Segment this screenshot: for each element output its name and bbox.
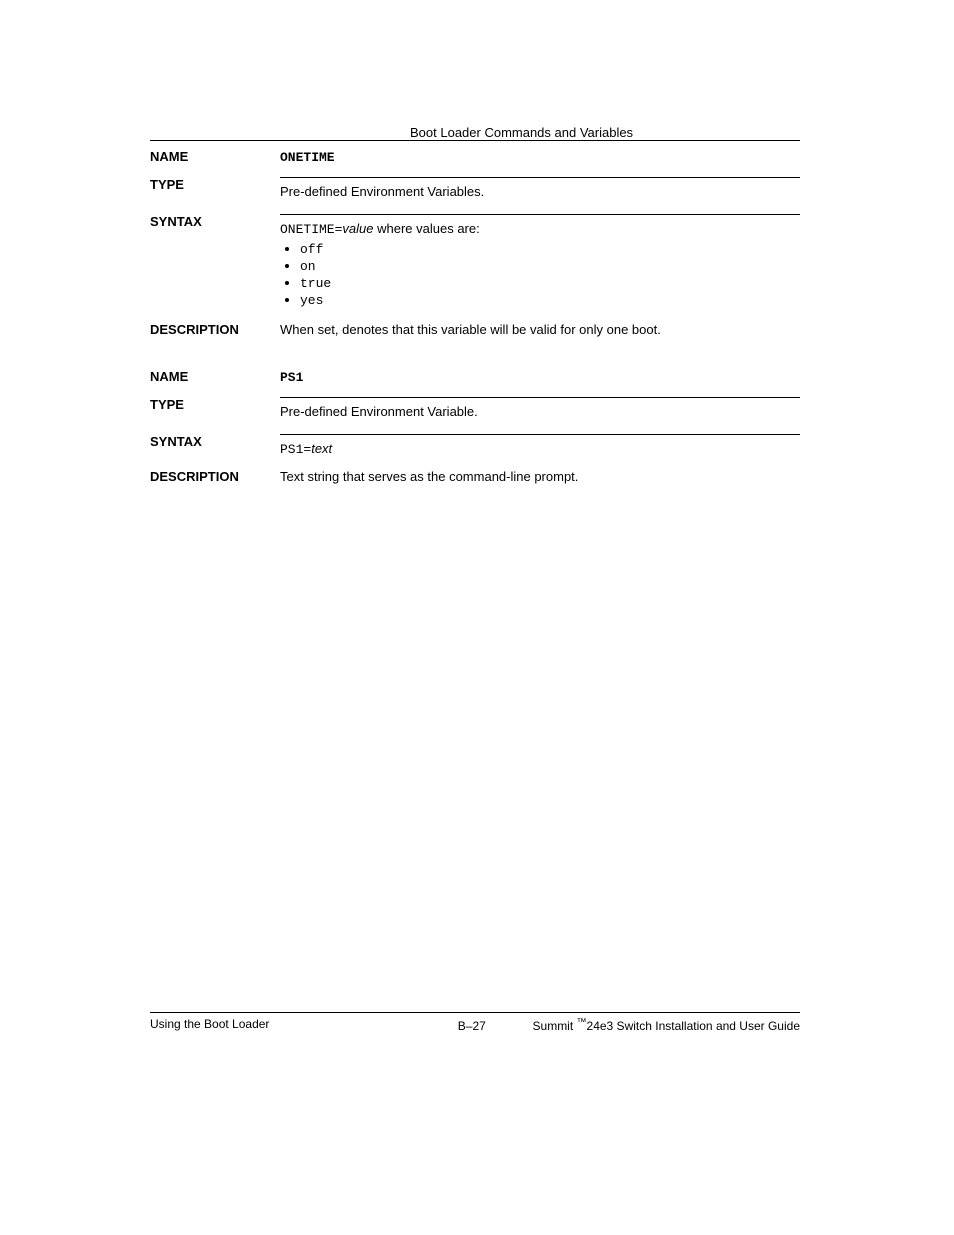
footer-tm: ™ (577, 1017, 587, 1028)
entry1-name-value: ONETIME (280, 150, 335, 165)
entry2-syntax-label: SYNTAX (150, 434, 270, 449)
entry1-syntax-text: where values are: (374, 221, 480, 236)
entry1-desc-value: When set, denotes that this variable wil… (280, 322, 800, 337)
footer-product: Summit (533, 1019, 577, 1033)
entry2-name-row: NAME PS1 (150, 361, 800, 391)
arg-2: true (300, 276, 331, 291)
list-item: off (300, 241, 800, 257)
entry1-name-row: NAME ONETIME (150, 141, 800, 171)
entry1-syntax-row: SYNTAX ONETIME=value where values are: o… (150, 208, 800, 316)
entry2-type-row: TYPE Pre-defined Environment Variable. (150, 391, 800, 428)
arg-3: yes (300, 293, 323, 308)
entry2-desc-label: DESCRIPTION (150, 469, 270, 484)
entry1-type-row: TYPE Pre-defined Environment Variables. (150, 171, 800, 208)
page-footer: Using the Boot Loader B–27 Summit ™24e3 … (150, 1012, 800, 1033)
footer-page-num: 27 (472, 1019, 485, 1033)
entry1-syntax-label: SYNTAX (150, 214, 270, 229)
entry1-name-label: NAME (150, 149, 270, 164)
entry1-syntax-args: value (342, 221, 373, 236)
footer-left: Using the Boot Loader (150, 1017, 269, 1031)
list-item: yes (300, 292, 800, 308)
entry1-args-list: off on true yes (280, 241, 800, 308)
entry2-type-value: Pre-defined Environment Variable. (280, 398, 800, 422)
entry1-type-label: TYPE (150, 177, 270, 192)
list-item: on (300, 258, 800, 274)
entry2-desc-value: Text string that serves as the command-l… (280, 469, 800, 484)
entry2-name-value: PS1 (280, 370, 303, 385)
footer-page-prefix: B (458, 1019, 466, 1033)
footer-right: B–27 Summit ™24e3 Switch Installation an… (458, 1017, 800, 1033)
entry2-type-label: TYPE (150, 397, 270, 412)
entry2-desc-row: DESCRIPTION Text string that serves as t… (150, 463, 800, 490)
entry2-syntax-row: SYNTAX PS1=text (150, 428, 800, 463)
entry1-desc-label: DESCRIPTION (150, 322, 270, 337)
page-heading: Boot Loader Commands and Variables (410, 125, 633, 140)
entry2-syntax-value: PS1= (280, 442, 311, 457)
entry2-syntax-args: text (311, 441, 332, 456)
footer-rest: 24e3 Switch Installation and User Guide (587, 1019, 800, 1033)
entry1-syntax-value: ONETIME= (280, 222, 342, 237)
arg-0: off (300, 242, 323, 257)
arg-1: on (300, 259, 316, 274)
entry2-name-label: NAME (150, 369, 270, 384)
page-content: NAME ONETIME TYPE Pre-defined Environmen… (150, 140, 800, 490)
entry1-desc-row: DESCRIPTION When set, denotes that this … (150, 316, 800, 343)
entry1-type-value: Pre-defined Environment Variables. (280, 178, 800, 202)
list-item: true (300, 275, 800, 291)
